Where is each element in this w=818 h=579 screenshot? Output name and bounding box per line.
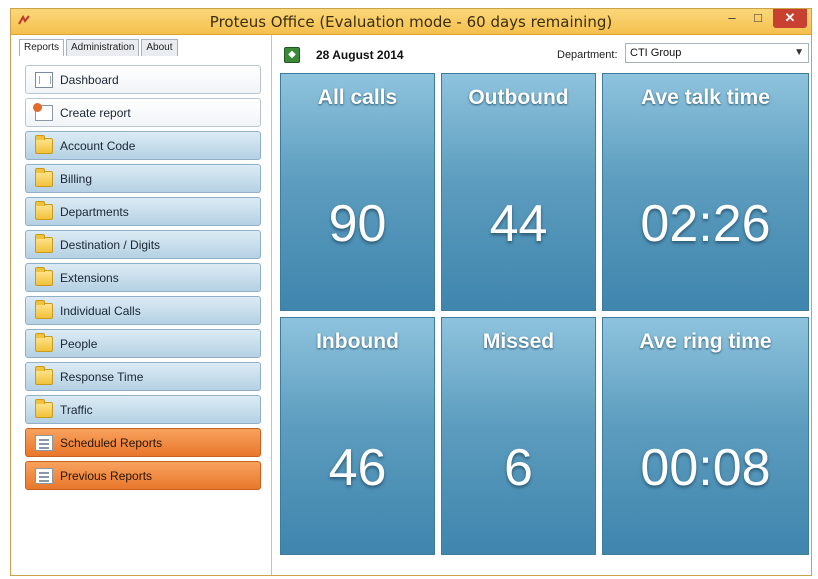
create-report-icon [33, 103, 53, 121]
tile-value: 90 [328, 195, 387, 253]
tile-all-calls[interactable]: All calls 90 [280, 73, 435, 311]
nav-item-traffic[interactable]: Traffic [25, 395, 261, 424]
scheduled-reports-icon [35, 435, 53, 451]
tile-label: Inbound [316, 330, 399, 353]
department-value: CTI Group [630, 47, 682, 59]
nav-item-label: Traffic [60, 403, 93, 417]
report-nav: Dashboard Create report Account Code Bil… [25, 65, 261, 494]
nav-item-label: Extensions [60, 271, 119, 285]
dashboard-panel: ◆ 28 August 2014 Department: CTI Group ▼… [272, 35, 811, 575]
department-label: Department: [557, 49, 618, 61]
tile-ave-ring-time[interactable]: Ave ring time 00:08 [602, 317, 809, 555]
close-button[interactable]: ✕ [773, 9, 807, 28]
nav-item-individual-calls[interactable]: Individual Calls [25, 296, 261, 325]
nav-item-label: Create report [60, 106, 131, 120]
folder-icon [35, 366, 53, 385]
nav-item-destination-digits[interactable]: Destination / Digits [25, 230, 261, 259]
tile-inbound[interactable]: Inbound 46 [280, 317, 435, 555]
stats-grid: All calls 90 Outbound 44 Ave talk time 0… [280, 73, 809, 555]
tile-value: 02:26 [640, 195, 771, 253]
dashboard-toolbar: ◆ 28 August 2014 Department: CTI Group ▼ [272, 35, 811, 69]
nav-item-extensions[interactable]: Extensions [25, 263, 261, 292]
tile-label: Outbound [468, 86, 569, 109]
folder-icon [35, 201, 53, 220]
tile-label: Ave talk time [641, 86, 770, 109]
nav-item-label: People [60, 337, 98, 351]
tile-label: Missed [482, 330, 555, 353]
nav-item-label: Account Code [60, 139, 136, 153]
folder-icon [35, 168, 53, 187]
minimize-button[interactable]: – [719, 9, 745, 28]
tile-label: All calls [317, 86, 398, 109]
app-window: Proteus Office (Evaluation mode - 60 day… [10, 8, 812, 576]
chevron-down-icon: ▼ [794, 47, 804, 58]
tile-value: 46 [328, 439, 387, 497]
folder-icon [35, 399, 53, 418]
nav-item-response-time[interactable]: Response Time [25, 362, 261, 391]
nav-item-label: Billing [60, 172, 93, 186]
nav-item-people[interactable]: People [25, 329, 261, 358]
nav-item-previous-reports[interactable]: Previous Reports [25, 461, 261, 490]
tile-label: Ave ring time [639, 330, 772, 353]
nav-item-label: Dashboard [60, 73, 119, 87]
nav-item-label: Response Time [60, 370, 144, 384]
window-title: Proteus Office (Evaluation mode - 60 day… [209, 13, 613, 31]
nav-item-billing[interactable]: Billing [25, 164, 261, 193]
nav-item-dashboard[interactable]: Dashboard [25, 65, 261, 94]
tile-ave-talk-time[interactable]: Ave talk time 02:26 [602, 73, 809, 311]
nav-item-label: Previous Reports [60, 469, 153, 483]
nav-item-create-report[interactable]: Create report [25, 98, 261, 127]
report-date: 28 August 2014 [316, 48, 404, 62]
tile-value: 6 [504, 439, 533, 497]
tab-reports[interactable]: Reports [19, 39, 65, 56]
refresh-icon[interactable]: ◆ [284, 47, 300, 63]
tile-value: 00:08 [640, 439, 771, 497]
dashboard-icon [35, 72, 53, 88]
nav-item-label: Scheduled Reports [60, 436, 163, 450]
maximize-button[interactable]: □ [745, 9, 771, 28]
tab-about[interactable]: About [141, 39, 178, 56]
tab-administration[interactable]: Administration [66, 39, 140, 56]
department-select[interactable]: CTI Group ▼ [625, 43, 809, 63]
folder-icon [35, 333, 53, 352]
folder-icon [35, 234, 53, 253]
sidebar: Reports Administration About Dashboard C… [11, 35, 272, 575]
previous-reports-icon [35, 468, 53, 484]
nav-item-label: Departments [60, 205, 129, 219]
nav-item-label: Individual Calls [60, 304, 141, 318]
title-bar[interactable]: Proteus Office (Evaluation mode - 60 day… [11, 9, 811, 35]
nav-item-scheduled-reports[interactable]: Scheduled Reports [25, 428, 261, 457]
folder-icon [35, 300, 53, 319]
folder-icon [35, 135, 53, 154]
folder-icon [35, 267, 53, 286]
tile-value: 44 [489, 195, 548, 253]
sidebar-tabs: Reports Administration About [19, 39, 180, 57]
nav-item-departments[interactable]: Departments [25, 197, 261, 226]
nav-item-label: Destination / Digits [60, 238, 161, 252]
nav-item-account-code[interactable]: Account Code [25, 131, 261, 160]
tile-missed[interactable]: Missed 6 [441, 317, 596, 555]
tile-outbound[interactable]: Outbound 44 [441, 73, 596, 311]
